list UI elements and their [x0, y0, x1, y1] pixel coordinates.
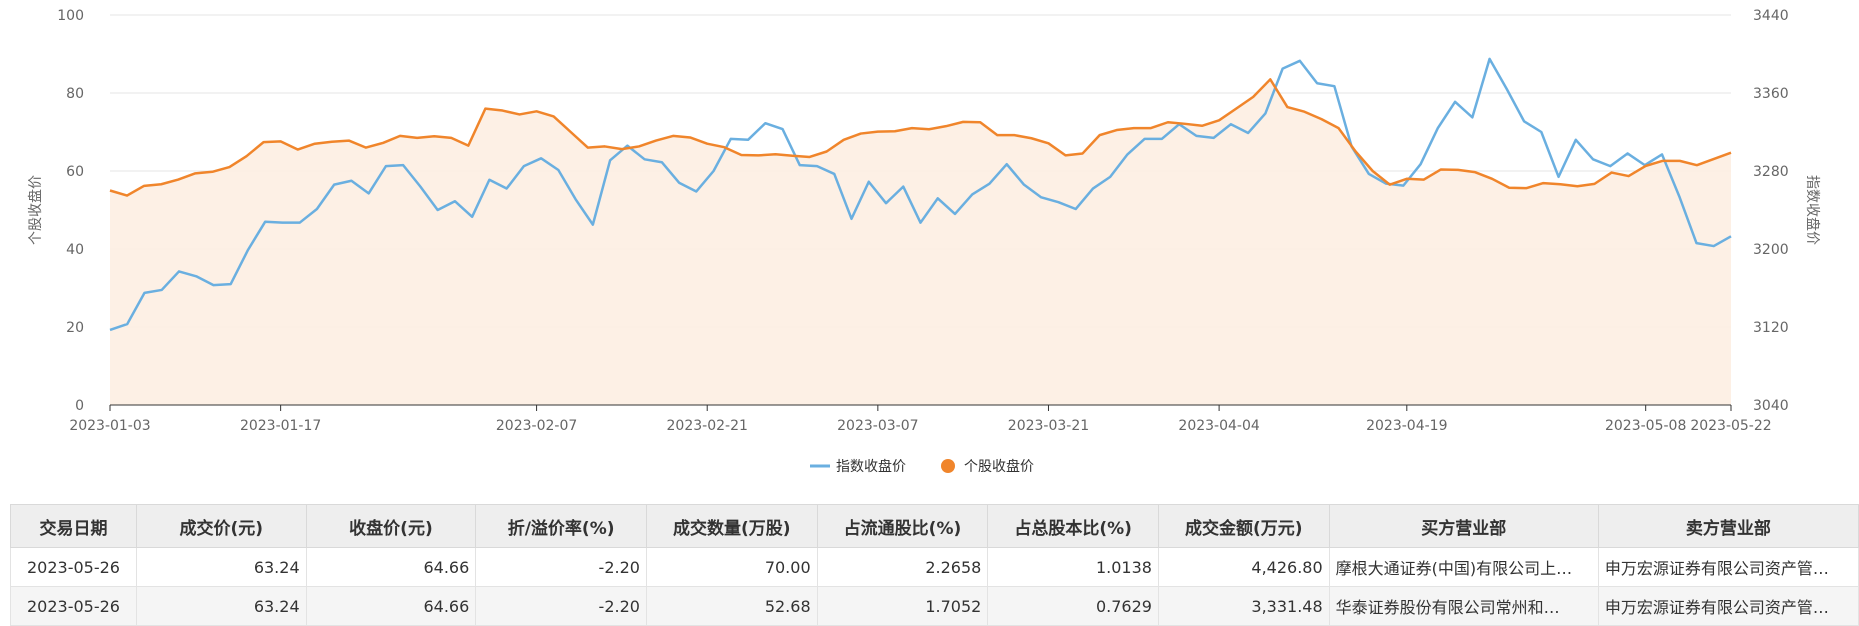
- col-header-amount[interactable]: 成交金额(万元): [1157, 504, 1330, 548]
- line-chart: 0 20 40 60 80 100 3040 3120 3200 3280 3360 3440 2023…: [27, 8, 1821, 475]
- cell-premium-rate: -2.20: [475, 547, 647, 587]
- cell-deal-price: 63.24: [135, 586, 307, 626]
- cell-close-price: 64.66: [305, 547, 477, 587]
- y-right-tick-label: 3040: [1753, 398, 1789, 414]
- col-header-seller[interactable]: 卖方营业部: [1597, 504, 1859, 548]
- block-trade-table: 交易日期 成交价(元) 收盘价(元) 折/溢价率(%) 成交数量(万股) 占流通…: [10, 504, 1859, 626]
- cell-buyer[interactable]: 摩根大通证券(中国)有限公司上…: [1328, 547, 1599, 587]
- x-tick-label: 2023-02-21: [667, 418, 748, 434]
- y-left-tick-label: 0: [75, 398, 84, 414]
- cell-volume: 70.00: [645, 547, 818, 587]
- x-tick-label: 2023-04-04: [1178, 418, 1259, 434]
- legend-index-label: 指数收盘价: [836, 458, 906, 475]
- legend-stock-swatch: [941, 459, 955, 473]
- x-tick-label: 2023-03-21: [1008, 418, 1089, 434]
- y-right-tick-label: 3440: [1753, 8, 1789, 24]
- y-right-tick-label: 3280: [1753, 164, 1789, 180]
- chart-container: 0 20 40 60 80 100 3040 3120 3200 3280 3360 3440 2023…: [0, 0, 1859, 500]
- x-tick-label: 2023-01-17: [240, 418, 321, 434]
- cell-premium-rate: -2.20: [475, 586, 647, 626]
- cell-trade-date: 2023-05-26: [10, 586, 137, 626]
- y-left-tick-label: 100: [57, 8, 84, 24]
- col-header-deal-price[interactable]: 成交价(元): [135, 504, 307, 548]
- table-row: 2023-05-26 63.24 64.66 -2.20 70.00 2.265…: [10, 547, 1859, 587]
- col-header-close-price[interactable]: 收盘价(元): [305, 504, 477, 548]
- y-left-tick-label: 60: [66, 164, 84, 180]
- x-tick-label: 2023-04-19: [1366, 418, 1447, 434]
- x-tick-label: 2023-05-22: [1690, 418, 1771, 434]
- x-tick-label: 2023-03-07: [837, 418, 918, 434]
- y-left-tick-label: 20: [66, 320, 84, 336]
- cell-trade-date: 2023-05-26: [10, 547, 137, 587]
- table-row: 2023-05-26 63.24 64.66 -2.20 52.68 1.705…: [10, 586, 1859, 626]
- col-header-volume[interactable]: 成交数量(万股): [645, 504, 818, 548]
- y-right-tick-label: 3120: [1753, 320, 1789, 336]
- cell-total-ratio: 1.0138: [987, 547, 1159, 587]
- y-right-tick-label: 3360: [1753, 86, 1789, 102]
- y-right-axis-title: 指数收盘价: [1804, 175, 1821, 245]
- cell-total-ratio: 0.7629: [987, 586, 1159, 626]
- cell-buyer[interactable]: 华泰证券股份有限公司常州和…: [1328, 586, 1599, 626]
- col-header-buyer[interactable]: 买方营业部: [1328, 504, 1599, 548]
- col-header-premium-rate[interactable]: 折/溢价率(%): [475, 504, 647, 548]
- y-right-tick-label: 3200: [1753, 242, 1789, 258]
- cell-seller[interactable]: 申万宏源证券有限公司资产管…: [1597, 586, 1859, 626]
- col-header-float-ratio[interactable]: 占流通股比(%): [816, 504, 989, 548]
- col-header-total-ratio[interactable]: 占总股本比(%): [987, 504, 1159, 548]
- cell-float-ratio: 1.7052: [816, 586, 989, 626]
- y-left-axis-title: 个股收盘价: [27, 175, 44, 245]
- y-left-tick-label: 40: [66, 242, 84, 258]
- cell-amount: 4,426.80: [1157, 547, 1330, 587]
- x-tick-label: 2023-02-07: [496, 418, 577, 434]
- y-left-tick-label: 80: [66, 86, 84, 102]
- x-tick-label: 2023-01-03: [69, 418, 150, 434]
- cell-amount: 3,331.48: [1157, 586, 1330, 626]
- cell-seller[interactable]: 申万宏源证券有限公司资产管…: [1597, 547, 1859, 587]
- cell-deal-price: 63.24: [135, 547, 307, 587]
- col-header-trade-date[interactable]: 交易日期: [10, 504, 137, 548]
- cell-close-price: 64.66: [305, 586, 477, 626]
- table-header-row: 交易日期 成交价(元) 收盘价(元) 折/溢价率(%) 成交数量(万股) 占流通…: [10, 504, 1859, 548]
- cell-volume: 52.68: [645, 586, 818, 626]
- cell-float-ratio: 2.2658: [816, 547, 989, 587]
- x-tick-label: 2023-05-08: [1605, 418, 1686, 434]
- legend-stock-label: 个股收盘价: [964, 458, 1034, 475]
